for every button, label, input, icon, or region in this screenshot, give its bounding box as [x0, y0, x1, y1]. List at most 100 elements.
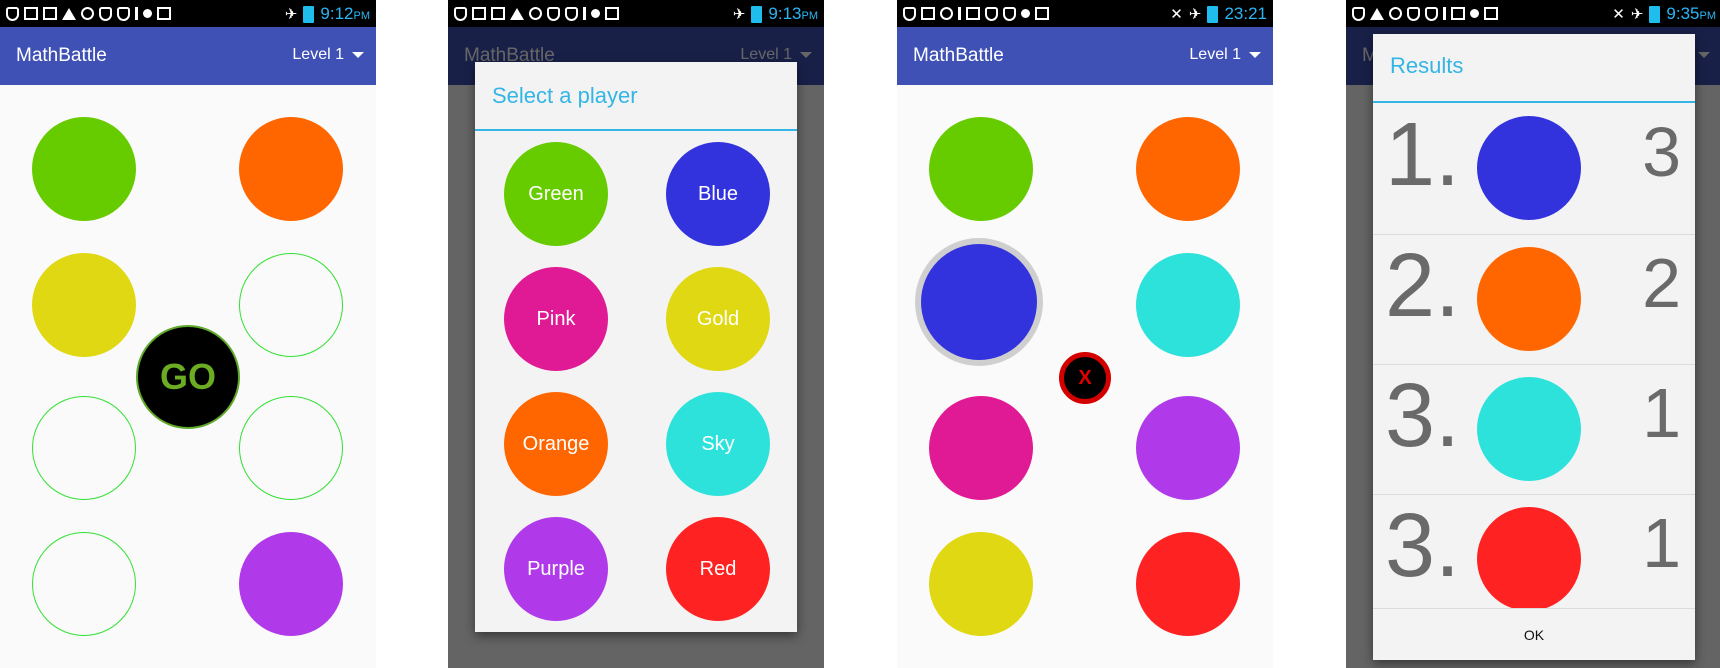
shield-icon	[99, 6, 112, 21]
result-player-color	[1477, 247, 1581, 351]
shield-icon	[903, 6, 916, 21]
player-button-empty[interactable]	[32, 532, 136, 636]
mute-icon: ✕	[1612, 6, 1625, 23]
player-button-pink[interactable]	[929, 396, 1033, 500]
player-button-orange[interactable]	[239, 117, 343, 221]
level-label: Level 1	[1189, 46, 1241, 63]
level-selector[interactable]: Level 1	[292, 46, 364, 64]
player-option-pink[interactable]: Pink	[504, 267, 608, 371]
result-rank: 1.	[1385, 105, 1461, 205]
screen-game-start: ✈ 9:12PM MathBattle Level 1 GO	[0, 0, 376, 668]
image-icon	[43, 7, 57, 20]
shield-icon	[565, 6, 578, 21]
player-button-empty[interactable]	[239, 396, 343, 500]
whatsapp-icon	[1389, 7, 1402, 20]
result-row: 3. 1	[1373, 364, 1695, 495]
dialog-divider	[475, 129, 797, 131]
go-button[interactable]: GO	[136, 325, 240, 429]
shield-icon	[1425, 6, 1438, 21]
status-bar: ✕ ✈ 9:35PM	[1346, 0, 1720, 27]
results-dialog: Results 1. 3 2. 2 3. 1 3. 1 OK	[1373, 34, 1695, 660]
image-icon	[1451, 7, 1465, 20]
result-row: 3. 1	[1373, 494, 1695, 609]
level-selector[interactable]: Level 1	[1189, 46, 1261, 64]
exit-icon	[1035, 7, 1049, 20]
result-rank: 2.	[1385, 236, 1461, 336]
cancel-x-button[interactable]: X	[1059, 352, 1111, 404]
exit-icon	[1484, 7, 1498, 20]
whatsapp-icon	[81, 7, 94, 20]
screen-select-player: ✈ 9:13PM MathBattle Level 1 Select a pla…	[448, 0, 824, 668]
notification-icons	[1352, 6, 1498, 21]
player-option-blue[interactable]: Blue	[666, 142, 770, 246]
exit-icon	[24, 7, 38, 20]
status-bar: ✈ 9:12PM	[0, 0, 376, 27]
player-button-blue[interactable]	[921, 244, 1037, 360]
ok-button[interactable]: OK	[1373, 608, 1695, 661]
result-player-color	[1477, 116, 1581, 220]
usb-icon	[135, 7, 138, 20]
player-button-red[interactable]	[1136, 532, 1240, 636]
player-option-gold[interactable]: Gold	[666, 267, 770, 371]
exit-icon	[921, 7, 935, 20]
player-button-orange[interactable]	[1136, 117, 1240, 221]
notification-icons	[6, 6, 171, 21]
warning-icon	[1370, 7, 1384, 20]
usb-icon	[583, 7, 586, 20]
clock: 9:12PM	[320, 4, 370, 23]
whatsapp-icon	[940, 7, 953, 20]
mute-icon: ✕	[1170, 6, 1183, 23]
result-row: 2. 2	[1373, 234, 1695, 365]
airplane-icon: ✈	[1630, 6, 1644, 23]
clock: 9:35PM	[1666, 4, 1716, 23]
player-option-orange[interactable]: Orange	[504, 392, 608, 496]
player-option-red[interactable]: Red	[666, 517, 770, 621]
dialog-divider	[1373, 101, 1695, 103]
dialog-title: Select a player	[492, 83, 638, 108]
result-row: 1. 3	[1373, 104, 1695, 234]
vibrate-icon	[157, 7, 171, 20]
image-icon	[491, 7, 505, 20]
exit-icon	[472, 7, 486, 20]
player-button-green[interactable]	[32, 117, 136, 221]
android-icon	[591, 9, 600, 18]
battery-icon	[1207, 5, 1219, 23]
dropdown-arrow-icon	[352, 52, 364, 58]
airplane-icon: ✈	[284, 6, 298, 23]
result-player-color	[1477, 507, 1581, 609]
result-score: 3	[1642, 113, 1681, 191]
shield-icon	[117, 6, 130, 21]
app-bar: MathBattle Level 1	[0, 27, 376, 85]
status-bar: ✕ ✈ 23:21	[897, 0, 1273, 27]
player-button-gold[interactable]	[929, 532, 1033, 636]
result-score: 1	[1642, 374, 1681, 452]
player-option-green[interactable]: Green	[504, 142, 608, 246]
player-button-gold[interactable]	[32, 253, 136, 357]
player-button-green[interactable]	[929, 117, 1033, 221]
player-button-purple[interactable]	[1136, 396, 1240, 500]
player-button-empty[interactable]	[239, 253, 343, 357]
select-player-dialog: Select a player Green Blue Pink Gold Ora…	[475, 62, 797, 632]
battery-icon	[303, 5, 315, 23]
player-button-sky[interactable]	[1136, 253, 1240, 357]
clock: 23:21	[1224, 4, 1267, 23]
screen-game-in-progress: ✕ ✈ 23:21 MathBattle Level 1 X	[897, 0, 1273, 668]
airplane-icon: ✈	[732, 6, 746, 23]
shield-icon	[1407, 6, 1420, 21]
player-option-sky[interactable]: Sky	[666, 392, 770, 496]
usb-icon	[958, 7, 961, 20]
battery-icon	[1649, 5, 1661, 23]
shield-icon	[985, 6, 998, 21]
result-score: 2	[1642, 244, 1681, 322]
warning-icon	[510, 7, 524, 20]
result-score: 1	[1642, 504, 1681, 582]
dropdown-arrow-icon	[1249, 52, 1261, 58]
android-icon	[1021, 9, 1030, 18]
app-title: MathBattle	[16, 45, 107, 66]
player-button-purple[interactable]	[239, 532, 343, 636]
level-label: Level 1	[292, 46, 344, 63]
screen-results: ✕ ✈ 9:35PM MathBattle Level 1 Results 1.…	[1346, 0, 1720, 668]
player-button-empty[interactable]	[32, 396, 136, 500]
result-rank: 3.	[1385, 366, 1461, 466]
player-option-purple[interactable]: Purple	[504, 517, 608, 621]
